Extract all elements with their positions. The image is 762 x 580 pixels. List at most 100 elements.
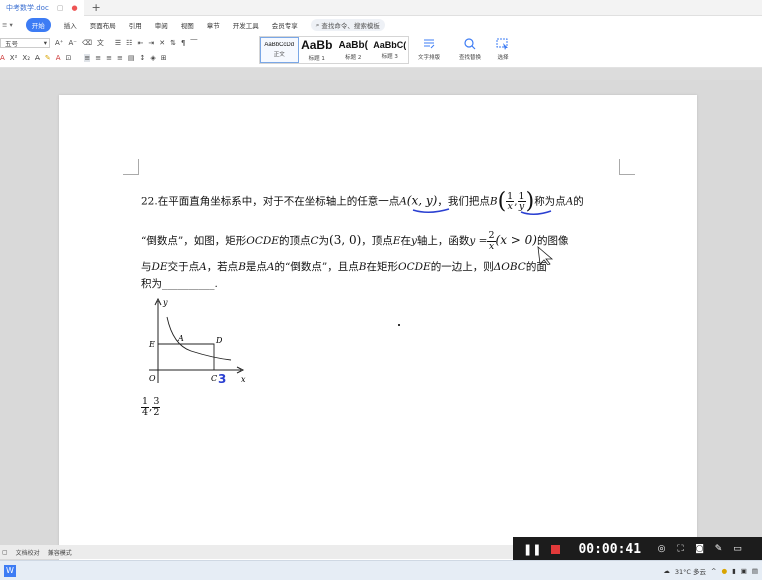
camera-icon[interactable]: ◙: [695, 544, 704, 554]
weather-text[interactable]: 31°C 多云: [675, 566, 706, 576]
borders-icon[interactable]: ⊞: [161, 54, 167, 62]
text-run: 为: [318, 235, 330, 247]
shading-icon[interactable]: ◈: [150, 54, 155, 62]
document-page[interactable]: 22.在平面直角坐标系中，对于不在坐标轴上的任意一点A(x, y)，我们把点B(…: [59, 95, 697, 565]
text-layout-button[interactable]: 文字排版: [418, 38, 440, 61]
pen-icon[interactable]: ✎: [714, 544, 723, 554]
pin-icon[interactable]: ▢: [57, 4, 64, 12]
doc-check-icon[interactable]: ▢: [2, 549, 8, 556]
text-run: “倒数点”，如图，矩形: [141, 235, 247, 247]
find-replace-button[interactable]: 查找替换: [459, 38, 481, 61]
text-color-icon[interactable]: A: [56, 54, 61, 62]
menu-tab-reference[interactable]: 引用: [129, 20, 142, 30]
borders-line-icon[interactable]: ⎺: [190, 39, 197, 48]
distributed-icon[interactable]: ▤: [128, 54, 135, 62]
font-size-value: 五号: [5, 40, 18, 48]
menu-tab-member[interactable]: 会员专享: [272, 20, 298, 30]
clear-format-icon[interactable]: ⌫: [82, 39, 92, 47]
font-size-select[interactable]: 五号 ▾: [0, 38, 50, 48]
pause-icon[interactable]: ❚❚: [523, 543, 541, 556]
subscript-icon[interactable]: X₂: [22, 54, 30, 62]
document-tab-title: 中考数学.doc: [6, 3, 49, 12]
chinese-layout-icon[interactable]: ✕: [159, 39, 165, 47]
graph-label-o: O: [149, 374, 156, 383]
tray-app-icon[interactable]: ●: [721, 567, 727, 575]
webcam-icon[interactable]: ◎: [657, 544, 666, 554]
title-bar: 中考数学.doc ▢ ● +: [0, 0, 762, 16]
line-spacing-icon[interactable]: ↕: [139, 54, 145, 62]
close-tab-icon[interactable]: ●: [71, 4, 77, 12]
text-run: 是点: [245, 261, 267, 273]
strike-icon[interactable]: A̶: [35, 54, 40, 62]
tray-window-icon[interactable]: ▣: [741, 567, 747, 575]
indent-icon[interactable]: ⇥: [148, 39, 154, 47]
menu-tab-insert[interactable]: 插入: [64, 20, 77, 30]
select-button[interactable]: 选择: [496, 38, 510, 61]
text-run: 22.在平面直角坐标系中，对于不在坐标轴上的任意一点: [141, 195, 400, 208]
style-heading-1[interactable]: AaBb 标题 1: [299, 37, 336, 63]
align-center-icon[interactable]: ≡: [95, 54, 101, 62]
chevron-up-icon[interactable]: ^: [711, 567, 716, 575]
char-border-icon[interactable]: ⊡: [65, 54, 71, 62]
show-marks-icon[interactable]: ¶: [181, 39, 185, 47]
region-icon[interactable]: ⛶: [676, 544, 685, 554]
menu-hamburger-icon[interactable]: ≡ ▾: [2, 21, 13, 29]
text-run: ，顶点: [361, 235, 393, 247]
proofread-status[interactable]: 文档校对: [16, 548, 40, 557]
align-right-icon[interactable]: ≡: [106, 54, 112, 62]
sort-icon[interactable]: ⇅: [170, 39, 176, 47]
menu-tab-view[interactable]: 视图: [181, 20, 194, 30]
tray-display-icon[interactable]: ▤: [752, 567, 758, 575]
numbering-icon[interactable]: ☷: [126, 39, 132, 47]
menu-tab-layout[interactable]: 页面布局: [90, 20, 116, 30]
text-run: 交于点: [167, 261, 200, 273]
style-name: 正文: [273, 52, 285, 58]
style-preview: AaBbCcDd: [264, 42, 295, 48]
point-a: A: [399, 195, 407, 208]
style-preview: AaBbC(: [373, 40, 407, 50]
answer-fraction-2: 32: [152, 397, 161, 417]
text-run: 与: [141, 261, 152, 273]
pinyin-icon[interactable]: 文: [97, 38, 104, 48]
menu-tab-start[interactable]: 开始: [25, 18, 51, 32]
new-tab-button[interactable]: +: [92, 1, 101, 14]
margin-mark-top-left: [123, 159, 139, 175]
menu-tab-developer[interactable]: 开发工具: [233, 20, 259, 30]
style-preview: AaBb(: [338, 39, 368, 51]
question-line-3: 与DE交于点A，若点B是点A的“倒数点”，且点B在矩形OCDE的一边上，则ΔOB…: [141, 259, 547, 274]
text-run: 积为__________.: [141, 278, 218, 290]
document-tab[interactable]: 中考数学.doc ▢ ●: [0, 0, 84, 16]
outdent-icon[interactable]: ⇤: [137, 39, 143, 47]
wps-app-icon[interactable]: W: [4, 564, 16, 577]
command-search[interactable]: ⌕ 查找命令、搜索模板: [310, 19, 385, 31]
highlight-icon[interactable]: ✎: [45, 54, 51, 62]
font-color-a-icon[interactable]: A: [0, 54, 5, 62]
style-heading-2[interactable]: AaBb( 标题 2: [335, 37, 372, 63]
bullets-icon[interactable]: ☰: [115, 39, 121, 47]
select-cursor-icon: [496, 38, 508, 50]
ribbon-row-format: A X² X₂ A̶ ✎ A ⊡ ≡ ≡ ≡ ≡ ▤ ↕ ◈ ⊞: [0, 51, 167, 65]
graph-label-c: C: [211, 374, 217, 383]
menu-tab-review[interactable]: 审阅: [155, 20, 168, 30]
denominator: 4: [142, 406, 149, 418]
justify-icon[interactable]: ≡: [117, 54, 123, 62]
pen-underline-annotation: [412, 208, 552, 215]
menu-tab-chapter[interactable]: 章节: [207, 20, 220, 30]
grow-font-icon[interactable]: A⁺: [55, 39, 63, 47]
search-icon: ⌕: [315, 20, 320, 29]
style-normal[interactable]: AaBbCcDd 正文: [260, 37, 299, 63]
style-preview: AaBb: [301, 38, 333, 52]
system-tray: ☁ 31°C 多云 ^ ● ▮ ▣ ▤: [663, 566, 758, 576]
align-left-icon[interactable]: ≡: [84, 54, 91, 62]
microphone-icon[interactable]: ▮: [732, 567, 736, 575]
superscript-icon[interactable]: X²: [10, 54, 18, 62]
shrink-font-icon[interactable]: A⁻: [68, 39, 76, 47]
taskbar: W ☁ 31°C 多云 ^ ● ▮ ▣ ▤: [0, 560, 762, 580]
recording-timer: 00:00:41: [578, 541, 642, 557]
style-heading-3[interactable]: AaBbC( 标题 3: [372, 37, 409, 63]
point-a: A: [266, 261, 275, 273]
compat-mode-status[interactable]: 兼容模式: [48, 548, 72, 557]
minimize-recorder-icon[interactable]: ▭: [733, 544, 742, 554]
stop-icon[interactable]: [551, 544, 561, 554]
command-search-text: 查找命令、搜索模板: [321, 22, 380, 30]
